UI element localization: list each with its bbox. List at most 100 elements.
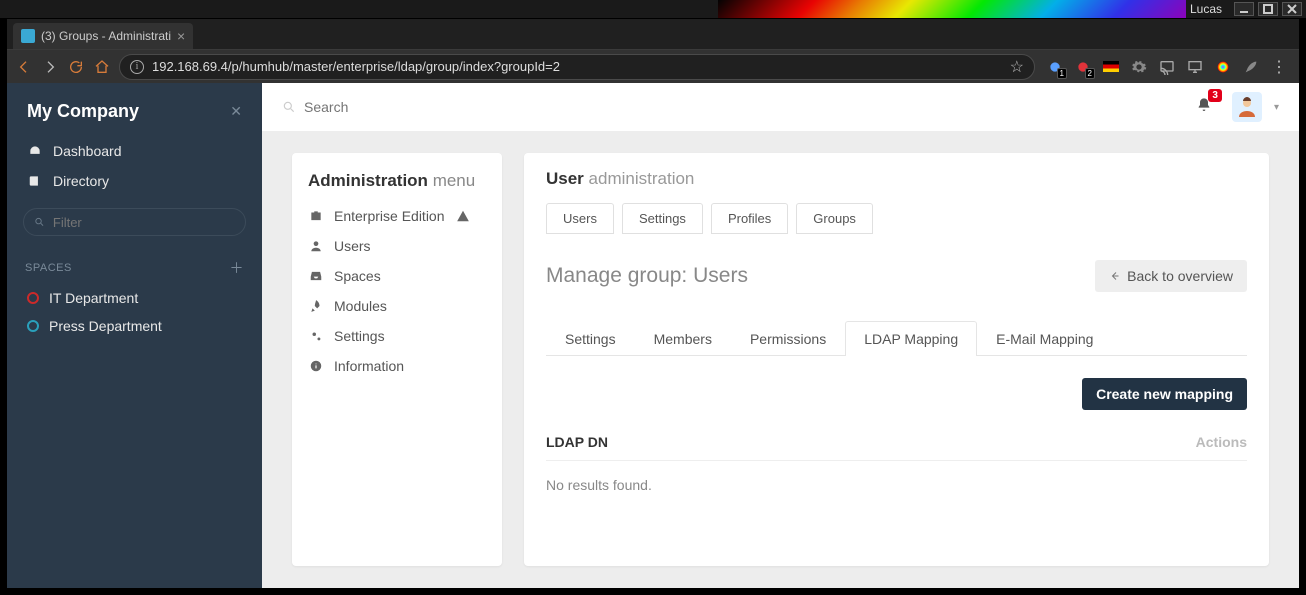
- table-header: LDAP DN Actions: [546, 434, 1247, 450]
- site-info-icon[interactable]: i: [130, 60, 144, 74]
- admin-menu-item-spaces[interactable]: Spaces: [292, 261, 502, 291]
- url-text: 192.168.69.4/p/humhub/master/enterprise/…: [152, 59, 1002, 74]
- sub-tabs: Settings Members Permissions LDAP Mappin…: [546, 320, 1247, 356]
- admin-menu-label: Modules: [334, 298, 387, 314]
- briefcase-icon: [308, 209, 324, 223]
- extension-icon-1[interactable]: 1: [1047, 59, 1063, 75]
- topbar: 3 ▾: [262, 83, 1299, 131]
- nav-home-icon[interactable]: [93, 58, 111, 76]
- sidebar-filter[interactable]: [23, 208, 246, 236]
- space-color-ring: [27, 292, 39, 304]
- os-username: Lucas: [1190, 2, 1222, 16]
- window-minimize-button[interactable]: [1234, 2, 1254, 16]
- sidebar-item-dashboard[interactable]: Dashboard: [7, 136, 262, 166]
- back-to-overview-button[interactable]: Back to overview: [1095, 260, 1247, 292]
- table-empty-message: No results found.: [546, 477, 1247, 493]
- search-icon: [282, 100, 296, 114]
- subtab-email-mapping[interactable]: E-Mail Mapping: [977, 321, 1112, 356]
- nav-forward-icon[interactable]: [41, 58, 59, 76]
- gear-icon[interactable]: [1131, 59, 1147, 75]
- window-maximize-button[interactable]: [1258, 2, 1278, 16]
- tab-groups[interactable]: Groups: [796, 203, 873, 234]
- dashboard-icon: [27, 144, 43, 158]
- search-input[interactable]: [304, 99, 485, 115]
- column-ldap-dn: LDAP DN: [546, 434, 608, 450]
- extension-icon-2[interactable]: 2: [1075, 59, 1091, 75]
- admin-menu-panel: Administration menu Enterprise Edition U…: [292, 153, 502, 566]
- actions-row: Create new mapping: [546, 378, 1247, 410]
- main-panel: User administration Users Settings Profi…: [524, 153, 1269, 566]
- tab-close-icon[interactable]: ×: [177, 29, 185, 43]
- spaces-heading-label: SPACES: [25, 262, 72, 274]
- user-icon: [308, 239, 324, 253]
- tab-profiles[interactable]: Profiles: [711, 203, 788, 234]
- tab-users[interactable]: Users: [546, 203, 614, 234]
- subtab-settings[interactable]: Settings: [546, 321, 635, 356]
- browser-window: (3) Groups - Administrati × i 192.168.69…: [6, 18, 1300, 589]
- admin-menu-item-users[interactable]: Users: [292, 231, 502, 261]
- admin-menu-title: Administration menu: [292, 167, 502, 201]
- nav-back-icon[interactable]: [15, 58, 33, 76]
- arrow-left-icon: [1109, 270, 1121, 282]
- tab-title: (3) Groups - Administrati: [41, 29, 171, 43]
- os-titlebar: Lucas: [0, 0, 1306, 18]
- app-viewport: My Company ✕ Dashboard Directory SPACES: [7, 83, 1299, 588]
- admin-menu-item-modules[interactable]: Modules: [292, 291, 502, 321]
- spaces-heading: SPACES ＋: [7, 248, 262, 284]
- warning-icon: [455, 209, 471, 223]
- column-actions: Actions: [1196, 434, 1247, 450]
- page-title: User administration: [546, 169, 1247, 189]
- table-divider: [546, 460, 1247, 461]
- admin-menu-label: Information: [334, 358, 404, 374]
- content: Administration menu Enterprise Edition U…: [262, 131, 1299, 588]
- sidebar-item-directory[interactable]: Directory: [7, 166, 262, 196]
- chevron-down-icon[interactable]: ▾: [1274, 102, 1279, 113]
- avatar[interactable]: [1232, 92, 1262, 122]
- space-item-it-department[interactable]: IT Department: [7, 284, 262, 312]
- notifications-button[interactable]: 3: [1188, 93, 1220, 122]
- subtab-permissions[interactable]: Permissions: [731, 321, 845, 356]
- section-header: Manage group: Users Back to overview: [546, 260, 1247, 292]
- admin-menu-item-information[interactable]: Information: [292, 351, 502, 381]
- section-title: Manage group: Users: [546, 264, 748, 288]
- subtab-members[interactable]: Members: [635, 321, 731, 356]
- sidebar-item-label: Directory: [53, 173, 109, 189]
- admin-menu-item-settings[interactable]: Settings: [292, 321, 502, 351]
- topbar-search[interactable]: [282, 99, 1176, 115]
- space-item-press-department[interactable]: Press Department: [7, 312, 262, 340]
- rocket-icon: [308, 299, 324, 313]
- bookmark-star-icon[interactable]: ☆: [1010, 57, 1024, 77]
- primary-tabs: Users Settings Profiles Groups: [546, 203, 1247, 234]
- admin-menu-label: Settings: [334, 328, 385, 344]
- monitor-icon[interactable]: [1187, 59, 1203, 75]
- sidebar-nav: Dashboard Directory: [7, 136, 262, 196]
- browser-menu-icon[interactable]: ⋮: [1271, 57, 1287, 77]
- browser-toolbar-right: 1 2 ⋮: [1043, 57, 1291, 77]
- create-new-mapping-button[interactable]: Create new mapping: [1082, 378, 1247, 410]
- brand-name: My Company: [27, 101, 139, 122]
- nav-reload-icon[interactable]: [67, 58, 85, 76]
- flag-icon[interactable]: [1103, 59, 1119, 75]
- window-close-button[interactable]: [1282, 2, 1302, 16]
- sidebar-item-label: Dashboard: [53, 143, 122, 159]
- subtab-ldap-mapping[interactable]: LDAP Mapping: [845, 321, 977, 356]
- tab-settings[interactable]: Settings: [622, 203, 703, 234]
- admin-menu-label: Spaces: [334, 268, 381, 284]
- extension-badge-1: 1: [1057, 68, 1067, 79]
- browser-nav-bar: i 192.168.69.4/p/humhub/master/enterpris…: [7, 49, 1299, 83]
- search-icon: [34, 216, 45, 228]
- extension-badge-2: 2: [1085, 68, 1095, 79]
- cast-icon[interactable]: [1159, 59, 1175, 75]
- add-space-icon[interactable]: ＋: [230, 258, 245, 278]
- color-picker-icon[interactable]: [1215, 59, 1231, 75]
- admin-menu-item-enterprise[interactable]: Enterprise Edition: [292, 201, 502, 231]
- browser-tab[interactable]: (3) Groups - Administrati ×: [13, 23, 193, 49]
- sidebar-close-icon[interactable]: ✕: [230, 103, 242, 120]
- feather-icon[interactable]: [1243, 59, 1259, 75]
- filter-input[interactable]: [53, 215, 235, 230]
- info-icon: [308, 359, 324, 373]
- gears-icon: [308, 329, 324, 343]
- url-bar[interactable]: i 192.168.69.4/p/humhub/master/enterpris…: [119, 54, 1035, 80]
- inbox-icon: [308, 269, 324, 283]
- sidebar: My Company ✕ Dashboard Directory SPACES: [7, 83, 262, 588]
